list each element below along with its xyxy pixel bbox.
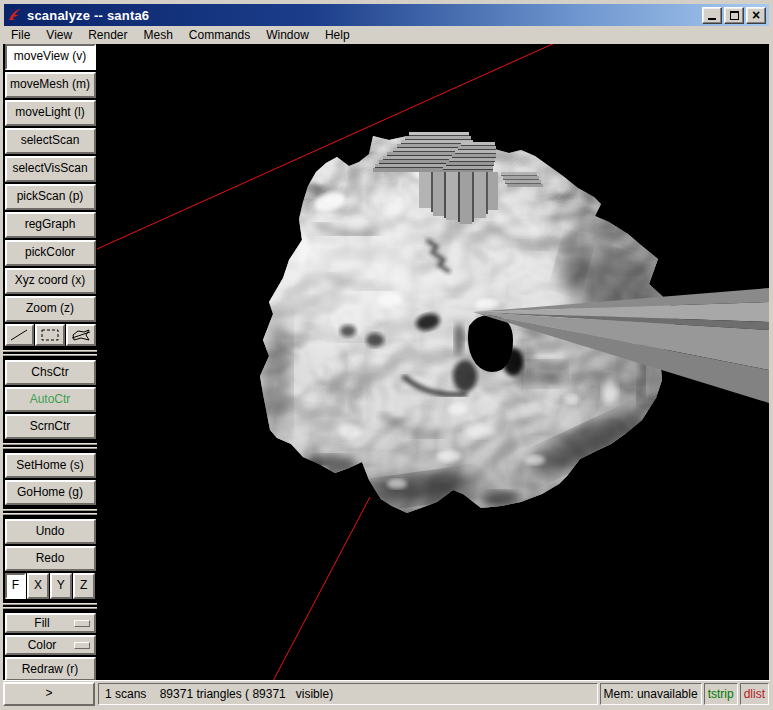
menu-commands[interactable]: Commands [182, 26, 257, 44]
chsctr-button[interactable]: ChsCtr [5, 360, 96, 385]
separator [3, 507, 97, 517]
moveview-button[interactable]: moveView (v) [5, 44, 96, 70]
minimize-button[interactable] [702, 7, 722, 24]
undo-button[interactable]: Undo [5, 519, 96, 544]
scrnctr-button[interactable]: ScrnCtr [5, 414, 96, 439]
pickscan-button[interactable]: pickScan (p) [5, 184, 96, 210]
mesh-scene [97, 44, 769, 681]
line-select-button[interactable] [5, 324, 35, 346]
menu-file[interactable]: File [4, 26, 37, 44]
fill-dropdown[interactable]: Fill [5, 613, 96, 633]
lasso-select-button[interactable] [66, 324, 96, 346]
tk-feather-icon [7, 8, 23, 22]
option-menu-indicator-icon [74, 620, 90, 627]
dlist-toggle[interactable]: dlist [740, 683, 769, 705]
menu-render[interactable]: Render [81, 26, 134, 44]
axis-y-button[interactable]: Y [50, 573, 72, 599]
sethome-button[interactable]: SetHome (s) [5, 453, 96, 478]
pickcolor-button[interactable]: pickColor [5, 240, 96, 266]
separator [3, 348, 97, 358]
axis-f-button[interactable]: F [5, 573, 27, 599]
redo-button[interactable]: Redo [5, 546, 96, 571]
fill-dropdown-label: Fill [11, 616, 74, 631]
maximize-button[interactable] [724, 7, 744, 24]
separator [3, 601, 97, 611]
window-title: scanalyze -- santa6 [27, 8, 149, 23]
menu-window[interactable]: Window [259, 26, 316, 44]
viewport-3d[interactable] [97, 44, 769, 681]
selectscan-button[interactable]: selectScan [5, 128, 96, 154]
axis-z-button[interactable]: Z [73, 573, 95, 599]
autoctr-button[interactable]: AutoCtr [5, 387, 96, 412]
tstrip-toggle[interactable]: tstrip [704, 683, 738, 705]
maximize-icon [730, 11, 739, 20]
expand-button[interactable]: > [3, 682, 95, 706]
menu-view[interactable]: View [39, 26, 79, 44]
color-dropdown-label: Color [11, 638, 74, 653]
menubar: File View Render Mesh Commands Window He… [4, 26, 769, 44]
xyzcoord-button[interactable]: Xyz coord (x) [5, 268, 96, 294]
close-button[interactable]: × [746, 7, 766, 24]
menu-mesh[interactable]: Mesh [137, 26, 180, 44]
reggraph-button[interactable]: regGraph [5, 212, 96, 238]
minimize-icon [708, 18, 716, 20]
toolbar-sidebar: moveView (v) moveMesh (m) moveLight (l) … [3, 44, 97, 680]
rect-select-button[interactable] [35, 324, 65, 346]
option-menu-indicator-icon [74, 642, 90, 649]
movemesh-button[interactable]: moveMesh (m) [5, 72, 96, 98]
menu-help[interactable]: Help [318, 26, 357, 44]
zoom-button[interactable]: Zoom (z) [5, 296, 96, 322]
rect-select-icon [40, 328, 60, 342]
titlebar[interactable]: scanalyze -- santa6 × [4, 4, 769, 26]
redraw-button[interactable]: Redraw (r) [5, 657, 96, 681]
separator [3, 441, 97, 451]
lasso-select-icon [70, 328, 92, 342]
memory-status: Mem: unavailable [600, 683, 702, 705]
gohome-button[interactable]: GoHome (g) [5, 480, 96, 505]
axis-x-button[interactable]: X [27, 573, 49, 599]
statusbar: > 1 scans 89371 triangles ( 89371 visibl… [3, 680, 770, 706]
color-dropdown[interactable]: Color [5, 635, 96, 655]
scan-status-text: 1 scans 89371 triangles ( 89371 visible) [98, 683, 598, 705]
movelight-button[interactable]: moveLight (l) [5, 100, 96, 126]
selectvisscan-button[interactable]: selectVisScan [5, 156, 96, 182]
close-icon: × [752, 9, 760, 21]
line-select-icon [9, 328, 29, 342]
